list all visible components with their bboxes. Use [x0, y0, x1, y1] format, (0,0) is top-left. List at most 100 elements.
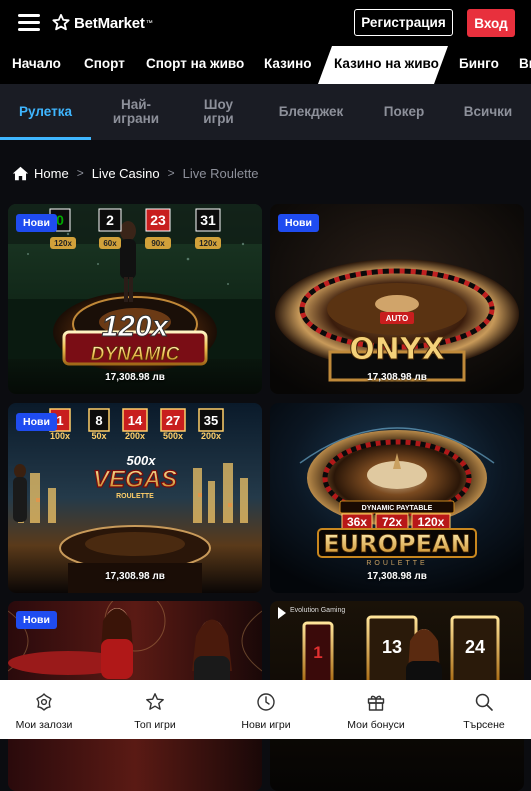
winning-number: 2 [106, 212, 114, 228]
bottom-nav-label: Топ игри [134, 719, 176, 731]
top-header: BetMarket ™ Регистрация Вход [0, 0, 531, 46]
login-button[interactable]: Вход [467, 9, 515, 37]
multiplier-label: 120x [54, 239, 72, 248]
game-art-subtitle: DYNAMIC [91, 344, 180, 365]
game-card-dynamic-roulette[interactable]: 0 2 23 31 120x 60x 90x 120x 120x DYNAMIC… [8, 204, 262, 394]
multiplier-label: 72x [382, 515, 402, 529]
logo[interactable]: BetMarket ™ [52, 12, 153, 34]
breadcrumb-separator: > [76, 166, 84, 180]
game-art-title: ONYX [349, 332, 444, 367]
nav-item-sport[interactable]: Спорт [84, 46, 125, 84]
game-art-caption: ROULETTE [366, 560, 427, 567]
tab-roulette[interactable]: Рулетка [0, 84, 91, 140]
tab-blackjack[interactable]: Блекджек [266, 84, 356, 140]
game-card-onyx-roulette[interactable]: AUTO ONYX Нови 17,308.98 лв [270, 204, 524, 394]
bets-icon [36, 693, 52, 711]
tab-poker[interactable]: Покер [364, 84, 444, 140]
tab-all[interactable]: Всички [448, 84, 528, 140]
game-art-title: 120x [102, 310, 170, 343]
bottom-nav-label: Мои залози [15, 719, 73, 731]
bottom-nav-search[interactable]: Търсене [431, 680, 531, 739]
bottom-nav-label: Нови игри [241, 719, 291, 731]
multiplier-label: 60x [103, 239, 117, 248]
winning-number: 35 [204, 413, 218, 428]
nav-item-more[interactable]: Ви [519, 46, 531, 84]
winning-number: 31 [200, 212, 216, 228]
multiplier-label: 90x [151, 239, 165, 248]
winning-number: 27 [166, 413, 180, 428]
nav-item-live-sport[interactable]: Спорт на живо [146, 46, 244, 84]
jackpot-amount: 17,308.98 лв [367, 571, 427, 582]
breadcrumb-home[interactable]: Home [34, 166, 69, 181]
breadcrumb: Home > Live Casino > Live Roulette [12, 163, 259, 183]
search-icon [475, 693, 493, 711]
winning-number: 1 [313, 643, 322, 662]
winning-number: 1 [56, 413, 63, 428]
game-card-european-roulette[interactable]: DYNAMIC PAYTABLE 36x 72x 120x EUROPEAN R… [270, 403, 524, 593]
nav-item-casino[interactable]: Казино [264, 46, 312, 84]
winning-number: 13 [382, 637, 402, 657]
active-tab-underline [0, 137, 91, 140]
jackpot-amount: 17,308.98 лв [105, 372, 165, 383]
bottom-nav-new-games[interactable]: Нови игри [213, 680, 319, 739]
game-card-vegas-roulette[interactable]: 1 8 14 27 35 100x 50x 200x 500x 200x 500… [8, 403, 262, 593]
logo-trademark: ™ [145, 19, 153, 27]
multiplier-label: 200x [201, 431, 221, 441]
jackpot-amount: 17,308.98 лв [105, 571, 165, 582]
logo-text: BetMarket [74, 14, 145, 32]
jackpot-amount: 17,308.98 лв [367, 372, 427, 383]
game-thumbnail: 0 2 23 31 120x 60x 90x 120x 120x DYNAMIC [8, 204, 262, 394]
game-art-subtitle: DYNAMIC PAYTABLE [362, 505, 433, 512]
game-art-caption: ROULETTE [116, 493, 154, 500]
menu-icon[interactable] [18, 13, 40, 31]
nav-item-bingo[interactable]: Бинго [459, 46, 499, 84]
star-icon [146, 693, 164, 710]
winning-number: 24 [465, 637, 485, 657]
tab-most-played-line2: играни [112, 111, 160, 126]
home-icon[interactable] [12, 165, 29, 182]
tab-game-shows-line2: игри [203, 111, 234, 126]
game-art-subtitle: AUTO [386, 314, 409, 323]
multiplier-label: 120x [418, 515, 445, 529]
new-badge: Нови [16, 214, 57, 232]
multiplier-label: 100x [50, 431, 70, 441]
bottom-nav: Мои залози Топ игри Нови игри Мои бонуси… [0, 680, 531, 739]
multiplier-label: 50x [91, 431, 106, 441]
provider-name: Evolution Gaming [290, 607, 345, 614]
tab-game-shows-line1: Шоу [203, 97, 234, 112]
winning-number: 8 [95, 413, 102, 428]
bottom-nav-my-bonuses[interactable]: Мои бонуси [323, 680, 429, 739]
nav-item-home[interactable]: Начало [12, 46, 61, 84]
breadcrumb-separator: > [167, 166, 175, 180]
bottom-nav-label: Мои бонуси [347, 719, 405, 731]
bottom-nav-my-bets[interactable]: Мои залози [0, 680, 97, 739]
game-thumbnail: AUTO ONYX [270, 204, 524, 394]
category-tabs: Рулетка Най- играни Шоу игри Блекджек По… [0, 84, 531, 140]
new-badge: Нови [16, 413, 57, 431]
new-badge: Нови [278, 214, 319, 232]
multiplier-label: 120x [199, 239, 217, 248]
multiplier-label: 36x [347, 515, 367, 529]
multiplier-label: 500x [163, 431, 183, 441]
new-badge: Нови [16, 611, 57, 629]
bottom-nav-top-games[interactable]: Топ игри [102, 680, 208, 739]
breadcrumb-current: Live Roulette [182, 165, 259, 181]
bottom-nav-label: Търсене [463, 719, 505, 731]
gift-icon [367, 695, 385, 711]
clock-icon [257, 693, 275, 711]
register-button[interactable]: Регистрация [354, 9, 453, 36]
multiplier-label: 200x [125, 431, 145, 441]
breadcrumb-live-casino[interactable]: Live Casino [92, 166, 160, 181]
tab-game-shows[interactable]: Шоу игри [181, 84, 256, 140]
game-thumbnail: DYNAMIC PAYTABLE 36x 72x 120x EUROPEAN R… [270, 403, 524, 593]
winning-number: 0 [56, 212, 64, 228]
nav-item-live-casino[interactable]: Казино на живо [334, 46, 439, 84]
game-art-title: EUROPEAN [323, 530, 470, 558]
game-art-title: VEGAS [93, 466, 177, 493]
main-nav: Начало Спорт Спорт на живо Казино Казино… [0, 46, 531, 84]
logo-mark-icon [52, 14, 70, 31]
tab-most-played[interactable]: Най- играни [91, 84, 181, 140]
tab-most-played-line1: Най- [120, 97, 152, 112]
game-thumbnail: 1 8 14 27 35 100x 50x 200x 500x 200x 500… [8, 403, 262, 593]
winning-number: 23 [150, 212, 166, 228]
